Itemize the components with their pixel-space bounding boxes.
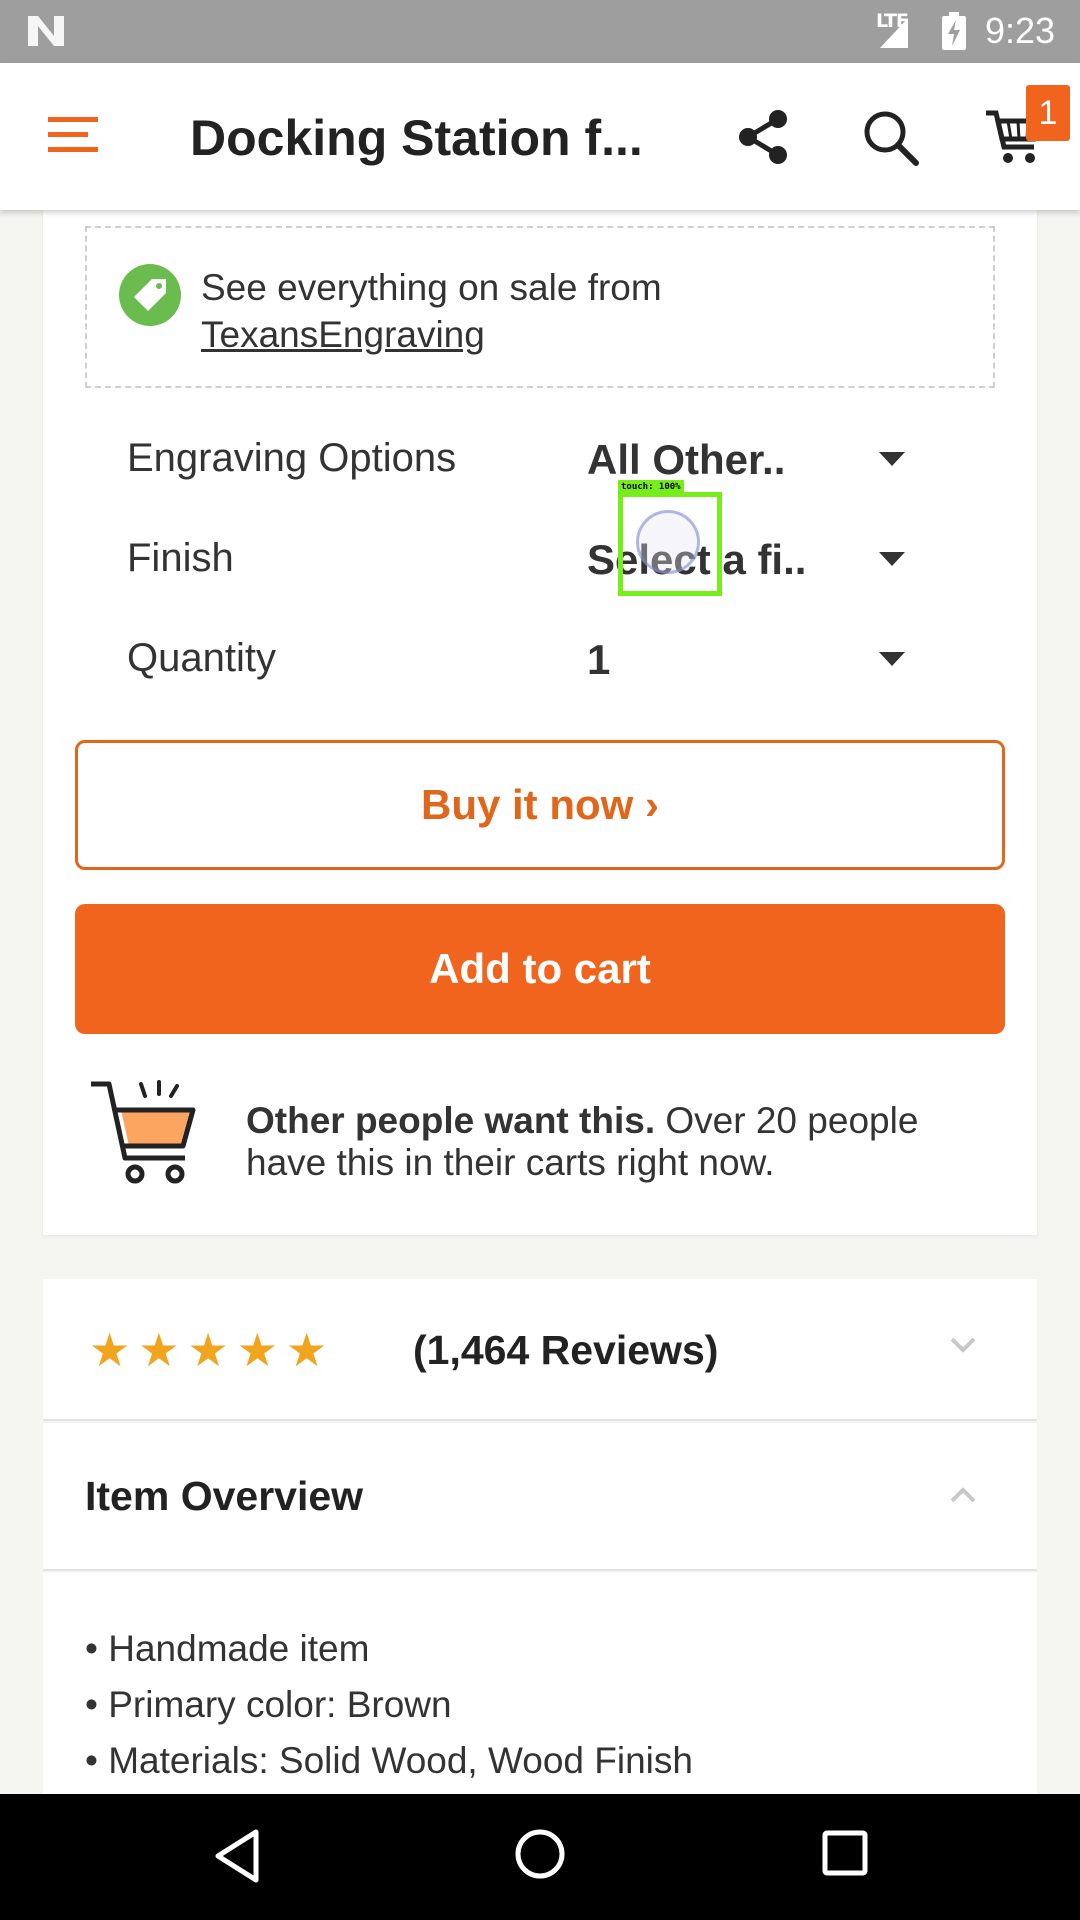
option-label: Finish: [127, 536, 234, 580]
finish-select[interactable]: Finish Select a fi..: [127, 522, 947, 602]
clock: 9:23: [985, 10, 1056, 51]
add-to-cart-button[interactable]: Add to cart: [75, 904, 1005, 1034]
recent-apps-icon[interactable]: [822, 1830, 868, 1876]
quantity-select[interactable]: Quantity 1: [127, 622, 947, 702]
buy-it-now-button[interactable]: Buy it now ›: [75, 740, 1005, 870]
section-title: Item Overview: [85, 1473, 364, 1519]
app-bar: Docking Station f... 1: [0, 63, 1080, 210]
option-value: All Other..: [587, 436, 786, 483]
listing-purchase-card: See everything on sale from TexansEngrav…: [43, 210, 1037, 1235]
item-overview-body: Handmade item Primary color: Brown Mater…: [43, 1573, 1037, 1795]
sale-banner-text: See everything on sale from TexansEngrav…: [201, 264, 662, 358]
chevron-down-icon: [950, 1337, 976, 1353]
n-logo-icon: [28, 16, 64, 46]
engraving-options-select[interactable]: Engraving Options All Other..: [127, 422, 947, 502]
dropdown-caret-icon: [879, 652, 905, 666]
touch-indicator-circle: [636, 510, 700, 574]
cart-count-badge: 1: [1026, 85, 1070, 141]
social-proof-text: Other people want this. Over 20 people h…: [246, 1100, 986, 1184]
option-label: Quantity: [127, 636, 276, 680]
page-title: Docking Station f...: [190, 110, 643, 166]
back-icon[interactable]: [212, 1828, 262, 1884]
shopping-cart-icon: [91, 1080, 196, 1184]
sale-banner[interactable]: See everything on sale from TexansEngrav…: [85, 226, 995, 388]
dropdown-caret-icon: [879, 452, 905, 466]
list-item: Primary color: Brown: [85, 1677, 693, 1733]
chevron-up-icon: [950, 1487, 976, 1503]
option-label: Engraving Options: [127, 436, 457, 480]
menu-icon[interactable]: [48, 115, 98, 155]
social-proof: Other people want this. Over 20 people h…: [89, 1080, 989, 1200]
signal-icon: [880, 18, 908, 48]
dropdown-caret-icon: [879, 552, 905, 566]
sale-tag-icon: [119, 264, 181, 326]
home-icon[interactable]: [514, 1828, 566, 1880]
battery-charging-icon: [942, 12, 966, 50]
overview-list: Handmade item Primary color: Brown Mater…: [85, 1621, 693, 1789]
shop-link[interactable]: TexansEngraving: [201, 311, 662, 358]
sale-banner-caption: See everything on sale from: [201, 267, 662, 308]
social-proof-bold: Other people want this.: [246, 1100, 656, 1141]
list-item: Materials: Solid Wood, Wood Finish: [85, 1733, 693, 1789]
option-value: 1: [587, 636, 611, 683]
review-count: (1,464 Reviews): [413, 1327, 719, 1373]
status-bar: LTE 9:23: [0, 0, 1080, 63]
item-overview-header[interactable]: Item Overview: [43, 1423, 1037, 1571]
list-item: Handmade item: [85, 1621, 693, 1677]
navigation-bar: [0, 1794, 1080, 1920]
share-icon[interactable]: [736, 109, 790, 165]
reviews-panel[interactable]: ★★★★★ (1,464 Reviews): [43, 1279, 1037, 1421]
rating-stars: ★★★★★: [89, 1323, 336, 1377]
search-icon[interactable]: [862, 109, 920, 167]
